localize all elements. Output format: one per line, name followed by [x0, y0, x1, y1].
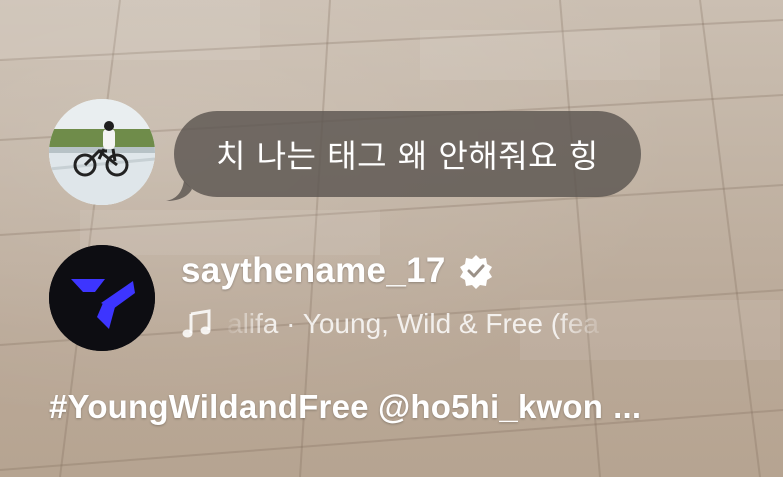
caption-text: #YoungWildandFree @ho5hi_kwon — [49, 388, 604, 425]
cyclist-photo-icon — [49, 99, 155, 205]
caption-more[interactable]: ... — [613, 388, 641, 425]
seventeen-logo-avatar[interactable] — [49, 245, 155, 351]
comment-bubble[interactable]: 치 나는 태그 왜 안해줘요 힝 — [166, 111, 641, 201]
commenter-avatar[interactable] — [49, 99, 155, 205]
bubble-tail — [166, 181, 192, 201]
track-title: alifa · Young, Wild & Free (fea — [227, 308, 599, 339]
verified-badge-icon — [459, 255, 492, 289]
username[interactable]: saythename_17 — [181, 251, 446, 291]
comment-text: 치 나는 태그 왜 안해줘요 힝 — [216, 137, 599, 175]
account-row: saythename_17 alifa · Young, Wild & Free… — [49, 245, 749, 355]
post-caption[interactable]: #YoungWildandFree @ho5hi_kwon... — [49, 388, 641, 426]
comment-row: 치 나는 태그 왜 안해줘요 힝 — [49, 99, 749, 209]
logo-icon — [49, 245, 155, 351]
music-note-icon — [182, 309, 211, 338]
music-track-line[interactable]: alifa · Young, Wild & Free (fea — [181, 302, 681, 346]
username-line: saythename_17 — [181, 251, 494, 291]
